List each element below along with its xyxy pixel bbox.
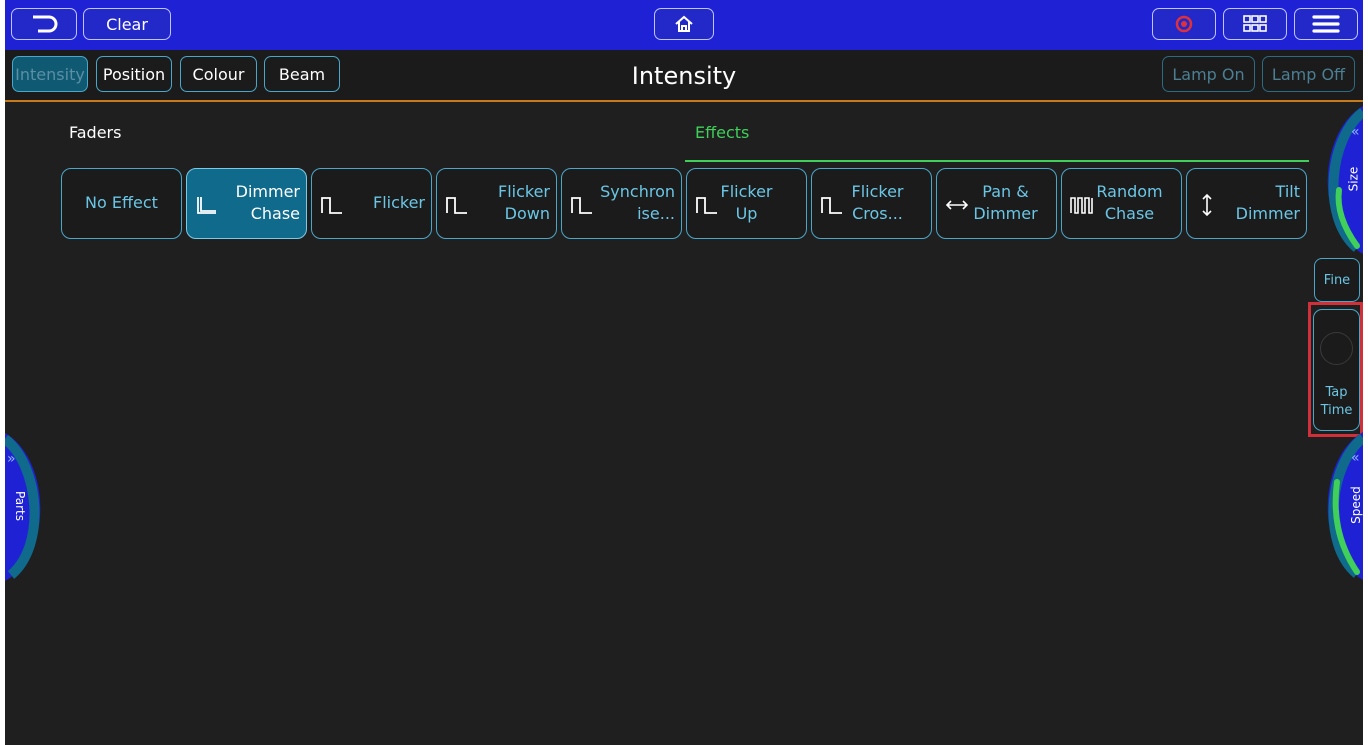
- effect-random-chase[interactable]: Random Chase: [1061, 168, 1182, 239]
- pulse-icon: [821, 197, 842, 214]
- grid-icon: [1243, 15, 1267, 32]
- svg-text:«: «: [1351, 124, 1360, 140]
- top-toolbar: Clear: [5, 0, 1363, 50]
- effect-label: Flicker Down: [497, 182, 550, 223]
- effect-no-effect[interactable]: No Effect: [61, 168, 182, 239]
- menu-button[interactable]: [1294, 8, 1358, 40]
- effect-label: Flicker Up: [720, 182, 773, 223]
- record-icon: [1175, 15, 1193, 33]
- effect-label: No Effect: [85, 193, 158, 212]
- attribute-tab-bar: Intensity Position Colour Beam Intensity…: [5, 50, 1363, 102]
- speed-label: Speed: [1348, 486, 1363, 524]
- pulse-icon: [446, 197, 467, 214]
- effect-label: Synchron ise...: [600, 182, 675, 223]
- clear-button[interactable]: Clear: [83, 8, 171, 40]
- effect-label: Flicker Cros...: [851, 182, 904, 223]
- svg-text:«: «: [1351, 450, 1360, 466]
- pulse-icon: [571, 197, 592, 214]
- size-label: Size: [1346, 166, 1361, 192]
- effect-flicker[interactable]: Flicker: [311, 168, 432, 239]
- effect-dimmer-chase[interactable]: Dimmer Chase: [186, 168, 307, 239]
- return-icon: [33, 15, 58, 33]
- effect-label: Dimmer Chase: [235, 182, 300, 223]
- grid-view-button[interactable]: [1223, 8, 1287, 40]
- home-icon: [675, 15, 693, 32]
- lamp-off-button[interactable]: Lamp Off: [1262, 56, 1355, 92]
- tap-indicator: [1320, 332, 1353, 365]
- effects-tab-underline: [685, 160, 1309, 162]
- record-button[interactable]: [1152, 8, 1216, 40]
- tap-time-button[interactable]: Tap Time: [1313, 309, 1360, 431]
- pulse-icon: [696, 197, 717, 214]
- home-button[interactable]: [654, 8, 714, 40]
- hamburger-menu-icon: [1312, 15, 1340, 33]
- effect-label: Tilt Dimmer: [1235, 182, 1300, 223]
- parts-label: Parts: [12, 491, 27, 521]
- effect-tilt-dimmer[interactable]: Tilt Dimmer: [1186, 168, 1307, 239]
- effect-flicker-cross[interactable]: Flicker Cros...: [811, 168, 932, 239]
- faders-section-label[interactable]: Faders: [69, 123, 121, 142]
- effect-pan-dimmer[interactable]: Pan & Dimmer: [936, 168, 1057, 239]
- page-title: Intensity: [631, 62, 737, 90]
- effect-flicker-up[interactable]: Flicker Up: [686, 168, 807, 239]
- svg-text:»: »: [7, 451, 16, 467]
- back-button[interactable]: [11, 8, 77, 40]
- effect-synchronise[interactable]: Synchron ise...: [561, 168, 682, 239]
- horizontal-arrows-icon: [945, 200, 969, 210]
- lamp-on-button[interactable]: Lamp On: [1162, 56, 1255, 92]
- app-window: Clear Intensity Position Colour Beam Int…: [5, 0, 1363, 745]
- effect-label: Random Chase: [1096, 182, 1163, 223]
- effect-label: Pan & Dimmer: [973, 182, 1038, 223]
- speed-wheel[interactable]: « Speed: [1313, 432, 1363, 580]
- square-wave-icon: [1070, 197, 1093, 214]
- size-wheel[interactable]: « Size: [1313, 106, 1363, 254]
- vertical-arrows-icon: [1202, 193, 1212, 217]
- tap-time-label: Tap Time: [1320, 385, 1353, 418]
- effect-flicker-down[interactable]: Flicker Down: [436, 168, 557, 239]
- parts-wheel[interactable]: » Parts: [5, 433, 55, 581]
- pulse-icon: [321, 197, 342, 214]
- fine-button[interactable]: Fine: [1314, 258, 1360, 302]
- effect-label: Flicker: [372, 193, 425, 212]
- effects-section-label[interactable]: Effects: [695, 123, 749, 142]
- step-icon: [197, 197, 216, 214]
